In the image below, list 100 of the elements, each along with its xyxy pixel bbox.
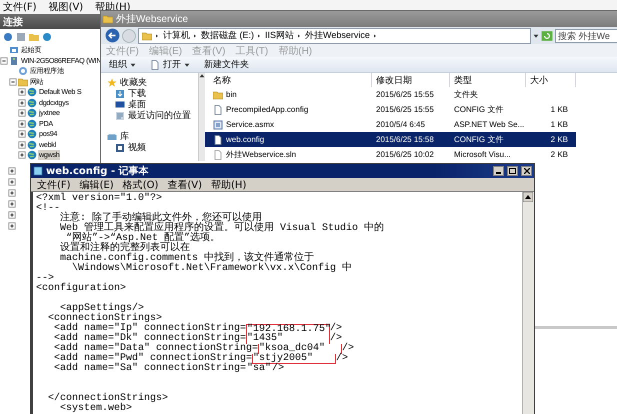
expand-icon[interactable] [8,166,16,174]
expand-icon[interactable] [18,88,26,96]
chevron-icon [257,32,262,38]
caret-icon [533,32,539,38]
file-name: Service.asmx [226,120,274,129]
modified-cell-text: 2015/6/25 15:58 [375,135,435,144]
file-name: PrecompiledApp.config [226,105,308,114]
column-header[interactable]: 名称 [209,73,372,87]
desktop-icon [115,100,125,110]
code-line: <system.web> [59,403,132,414]
file-row[interactable]: bin 2015/6/25 15:55 文件夹 [205,87,576,102]
file-row[interactable]: 外挂Webservice.sln 2015/6/25 10:02 Microsoft Visu... 2 KB [205,147,576,162]
menu-item[interactable]: 帮助(H) [211,178,246,192]
app-pool-icon [18,66,28,76]
nav-item[interactable]: 下载 [128,87,146,100]
code-line: <?xml version="1.0"?> [36,193,162,204]
menu-item[interactable]: 格式(O) [122,178,158,192]
code-line: <!-- [36,203,60,214]
nav-item[interactable]: 收藏夹 [120,76,147,89]
nav-item[interactable]: 桌面 [128,98,146,111]
size-cell-text: 2 KB [550,135,569,144]
menu-item[interactable]: 视图(V) [48,0,84,14]
star-icon [107,78,117,88]
nav-item[interactable]: 库 [120,130,129,143]
nav-item[interactable]: 视频 [128,141,146,154]
caret-icon [130,62,136,68]
library-icon [107,132,117,142]
expand-icon[interactable] [8,178,16,186]
scrollbar[interactable] [198,73,205,161]
breadcrumb-item[interactable]: 计算机 [163,29,190,42]
menu-item[interactable]: 文件(F) [37,178,71,192]
expand-icon[interactable] [18,120,26,128]
expand-icon[interactable] [8,200,16,208]
code-line: machine.config.comments 中找到，该文件通常位于 [59,253,314,264]
column-header[interactable]: 大小 [526,73,576,87]
column-header[interactable]: 修改日期 [372,73,450,87]
film-icon [115,142,125,152]
column-header[interactable]: 类型 [450,73,526,87]
minimize-button[interactable] [493,166,504,176]
expand-icon[interactable] [8,222,16,230]
toolbar-button[interactable]: 新建文件夹 [204,58,249,71]
code-line: <add name="Sa" connectionString= [53,363,246,374]
code-line: <add name="Data" connectionString= [53,343,258,354]
file-row[interactable]: Service.asmx 2010/5/4 6:45 ASP.NET Web Se... 1 KB [205,117,576,132]
modified-cell-text: 2015/6/25 15:55 [375,105,435,114]
menu-item[interactable]: 查看(V) [167,178,202,192]
file-row[interactable]: PrecompiledApp.config 2015/6/25 15:55 CONFIG 文件 1 KB [205,102,576,117]
modified-cell-text: 2010/5/4 6:45 [375,120,426,129]
close-button[interactable] [521,166,532,176]
nav-item[interactable]: 最近访问的位置 [128,109,191,122]
caret-icon [184,62,190,68]
folder-icon [142,30,152,40]
refresh-icon[interactable] [541,30,553,42]
window-title: web.config - 记事本 [46,164,150,178]
expand-icon[interactable] [8,188,16,196]
code-line: <add name="Pwd" connectionString= [53,353,252,364]
home-page-icon [9,45,19,56]
address-bar[interactable]: 计算机 数据磁盘 (E:) IIS网站 外挂Webservice [138,28,531,44]
highlighted-value: "ksoa_dc04" [258,344,342,354]
breadcrumb-item[interactable]: 外挂Webservice [305,29,370,42]
file-row[interactable]: web.config 2015/6/25 15:58 CONFIG 文件 2 KB [205,132,576,147]
modified-cell-text: 2015/6/25 10:02 [375,150,435,159]
panel-header: 连接 [0,14,100,29]
chevron-icon [155,32,160,38]
web-service-file-icon [213,120,223,130]
expand-icon[interactable] [18,98,26,107]
menu-item[interactable]: 编辑(E) [80,178,114,192]
folder-icon [213,90,223,100]
scrollbar[interactable] [522,192,534,414]
code-line: /> [272,363,284,374]
toolbar-button[interactable]: 打开 [150,58,190,71]
expand-icon[interactable] [18,140,26,149]
breadcrumb-item[interactable]: 数据磁盘 (E:) [201,29,254,42]
code-line: /> [342,343,354,354]
type-cell-text: 文件夹 [453,89,479,100]
file-name: bin [226,90,237,99]
code-line: <add name="Ip" connectionString= [53,323,246,334]
file-name: web.config [226,135,264,144]
size-cell-text: 2 KB [550,150,569,159]
toolbar-button[interactable]: 组织 [109,58,136,71]
code-line: </connectionStrings> [47,393,168,404]
expand-icon[interactable] [18,151,26,160]
maximize-button[interactable] [507,166,518,176]
modified-cell-text: 2015/6/25 15:55 [375,90,435,99]
size-cell-text: 1 KB [550,120,569,129]
collapse-icon[interactable] [0,56,8,65]
highlighted-value: "stjy2005" [252,354,336,364]
chevron-icon [297,32,302,38]
code-value: "sa" [246,364,272,374]
type-cell-text: CONFIG 文件 [453,104,504,115]
expand-icon[interactable] [8,210,16,218]
scroll-up-icon[interactable] [523,192,533,202]
document-icon [150,60,160,70]
expand-icon[interactable] [18,109,26,118]
search-field[interactable]: 搜索 外挂We [555,28,617,42]
collapse-icon[interactable] [9,78,17,86]
expand-icon[interactable] [18,130,26,138]
folder-icon [18,76,28,87]
menu-item[interactable]: 文件(F) [3,0,37,14]
breadcrumb-item[interactable]: IIS网站 [265,29,294,42]
